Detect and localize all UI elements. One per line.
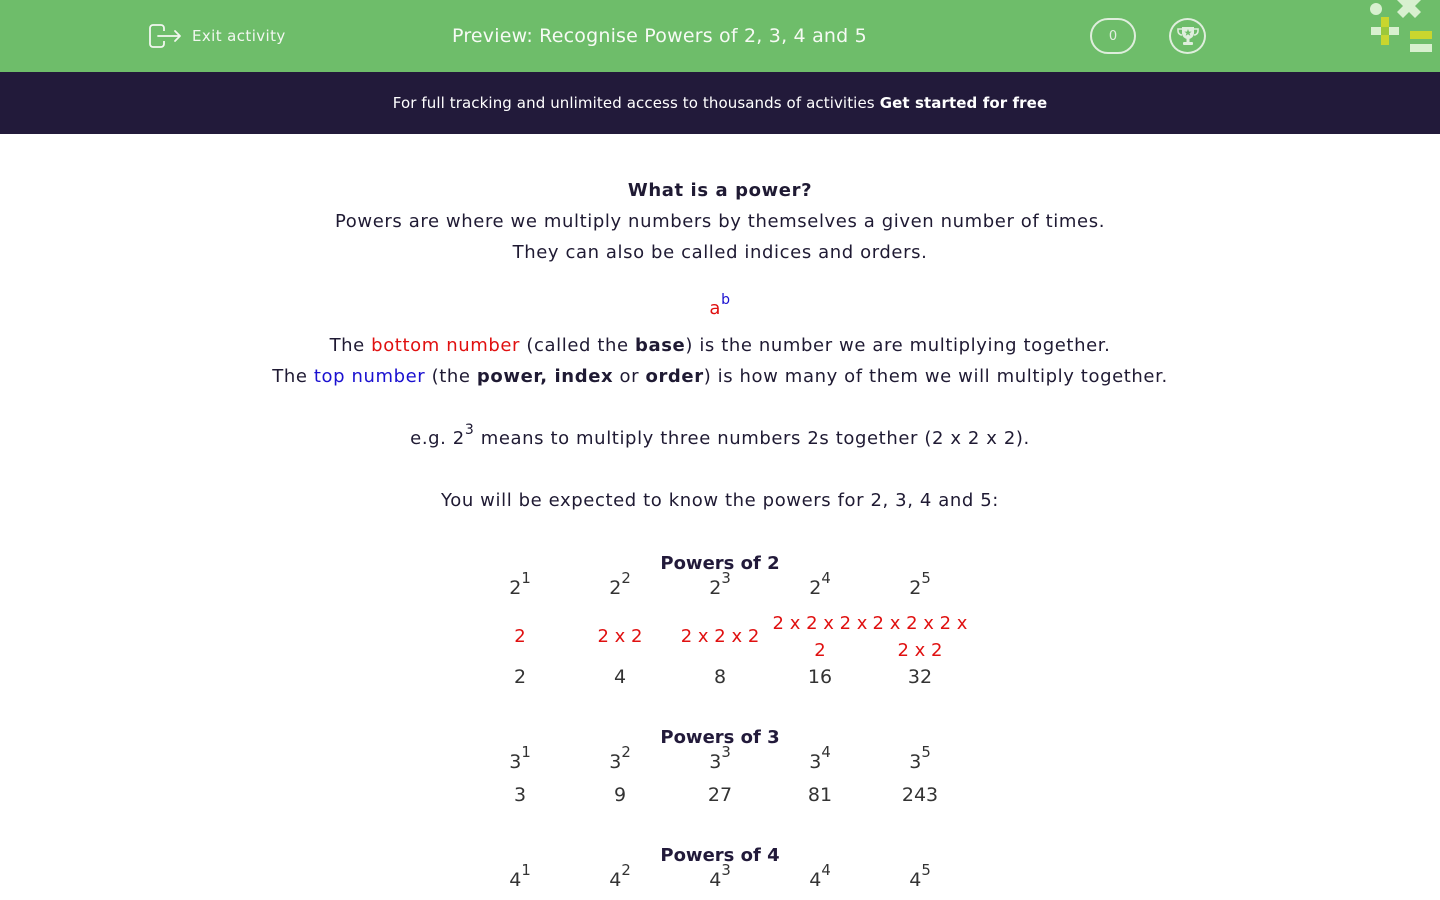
result-cell: 243: [901, 784, 939, 806]
powers-of-3-title: Powers of 3: [660, 727, 780, 748]
power-cell: 35: [909, 743, 931, 773]
power-cell: 45: [909, 861, 931, 891]
exit-activity-button[interactable]: Exit activity: [149, 22, 286, 50]
top-bar: Exit activity Preview: Recognise Powers …: [0, 0, 1440, 72]
base-explanation: The bottom number (called the base) is t…: [329, 335, 1111, 356]
result-cell: 27: [707, 784, 733, 806]
get-started-link[interactable]: Get started for free: [880, 94, 1048, 112]
exit-icon: [149, 24, 181, 48]
expansion-cell: 2 x 2 x 2 x2 x 2: [872, 613, 968, 661]
promo-text: For full tracking and unlimited access t…: [392, 94, 875, 112]
trophy-button[interactable]: [1169, 18, 1206, 54]
result-cell: 32: [907, 666, 933, 688]
score-badge: 0: [1090, 18, 1136, 54]
expansion-cell: 2: [514, 626, 526, 647]
result-cell: 4: [613, 666, 627, 688]
powers-of-2-exponent-row: 21 22 23 24 25: [470, 569, 970, 605]
powers-of-2-title: Powers of 2: [660, 553, 780, 574]
power-cell: 41: [509, 861, 531, 891]
result-cell: 16: [807, 666, 833, 688]
power-explanation: The top number (the power, index or orde…: [272, 366, 1168, 387]
expansion-cell: 2 x 2 x 2 x2: [772, 613, 868, 661]
notation-base: a: [709, 298, 722, 319]
exit-activity-label: Exit activity: [192, 27, 286, 45]
power-cell: 42: [609, 861, 631, 891]
expectation-line: You will be expected to know the powers …: [441, 490, 999, 511]
bottom-number-highlight: bottom number: [371, 335, 521, 356]
promo-banner: For full tracking and unlimited access t…: [0, 72, 1440, 134]
expansion-cell: 2 x 2: [597, 626, 643, 647]
result-cell: 81: [807, 784, 833, 806]
example-line: e.g. 23 means to multiply three numbers …: [410, 421, 1030, 449]
result-cell: 8: [713, 666, 727, 688]
notation-example: ab: [0, 292, 1440, 319]
power-cell: 44: [809, 861, 831, 891]
trophy-icon: [1176, 27, 1199, 45]
intro-heading: What is a power?: [627, 180, 813, 201]
powers-of-4-title: Powers of 4: [660, 845, 780, 866]
intro-line-1: Powers are where we multiply numbers by …: [334, 211, 1106, 232]
power-cell: 34: [809, 743, 831, 773]
power-cell: 31: [509, 743, 531, 773]
page-title: Preview: Recognise Powers of 2, 3, 4 and…: [452, 25, 867, 47]
power-cell: 33: [709, 743, 731, 773]
result-cell: 3: [513, 784, 527, 806]
top-number-highlight: top number: [313, 366, 426, 387]
result-cell: 2: [513, 666, 527, 688]
powers-of-3-result-row: 3 9 27 81 243: [470, 784, 970, 812]
powers-of-2-result-row: 2 4 8 16 32: [470, 666, 970, 694]
power-cell: 21: [509, 569, 531, 599]
powers-of-2-expansion-row: 2 2 x 2 2 x 2 x 2 2 x 2 x 2 x2 2 x 2 x 2…: [470, 610, 970, 661]
powers-of-4-exponent-row: 41 42 43 44 45: [470, 861, 970, 897]
power-cell: 25: [909, 569, 931, 599]
power-cell: 32: [609, 743, 631, 773]
expansion-cell: 2 x 2 x 2: [680, 626, 760, 647]
result-cell: 9: [613, 784, 627, 806]
power-cell: 43: [709, 861, 731, 891]
power-cell: 22: [609, 569, 631, 599]
powers-of-3-exponent-row: 31 32 33 34 35: [470, 743, 970, 779]
power-cell: 24: [809, 569, 831, 599]
notation-exponent: b: [721, 291, 731, 308]
power-cell: 23: [709, 569, 731, 599]
intro-line-2: They can also be called indices and orde…: [512, 242, 928, 263]
brand-logo: [1370, 0, 1432, 52]
